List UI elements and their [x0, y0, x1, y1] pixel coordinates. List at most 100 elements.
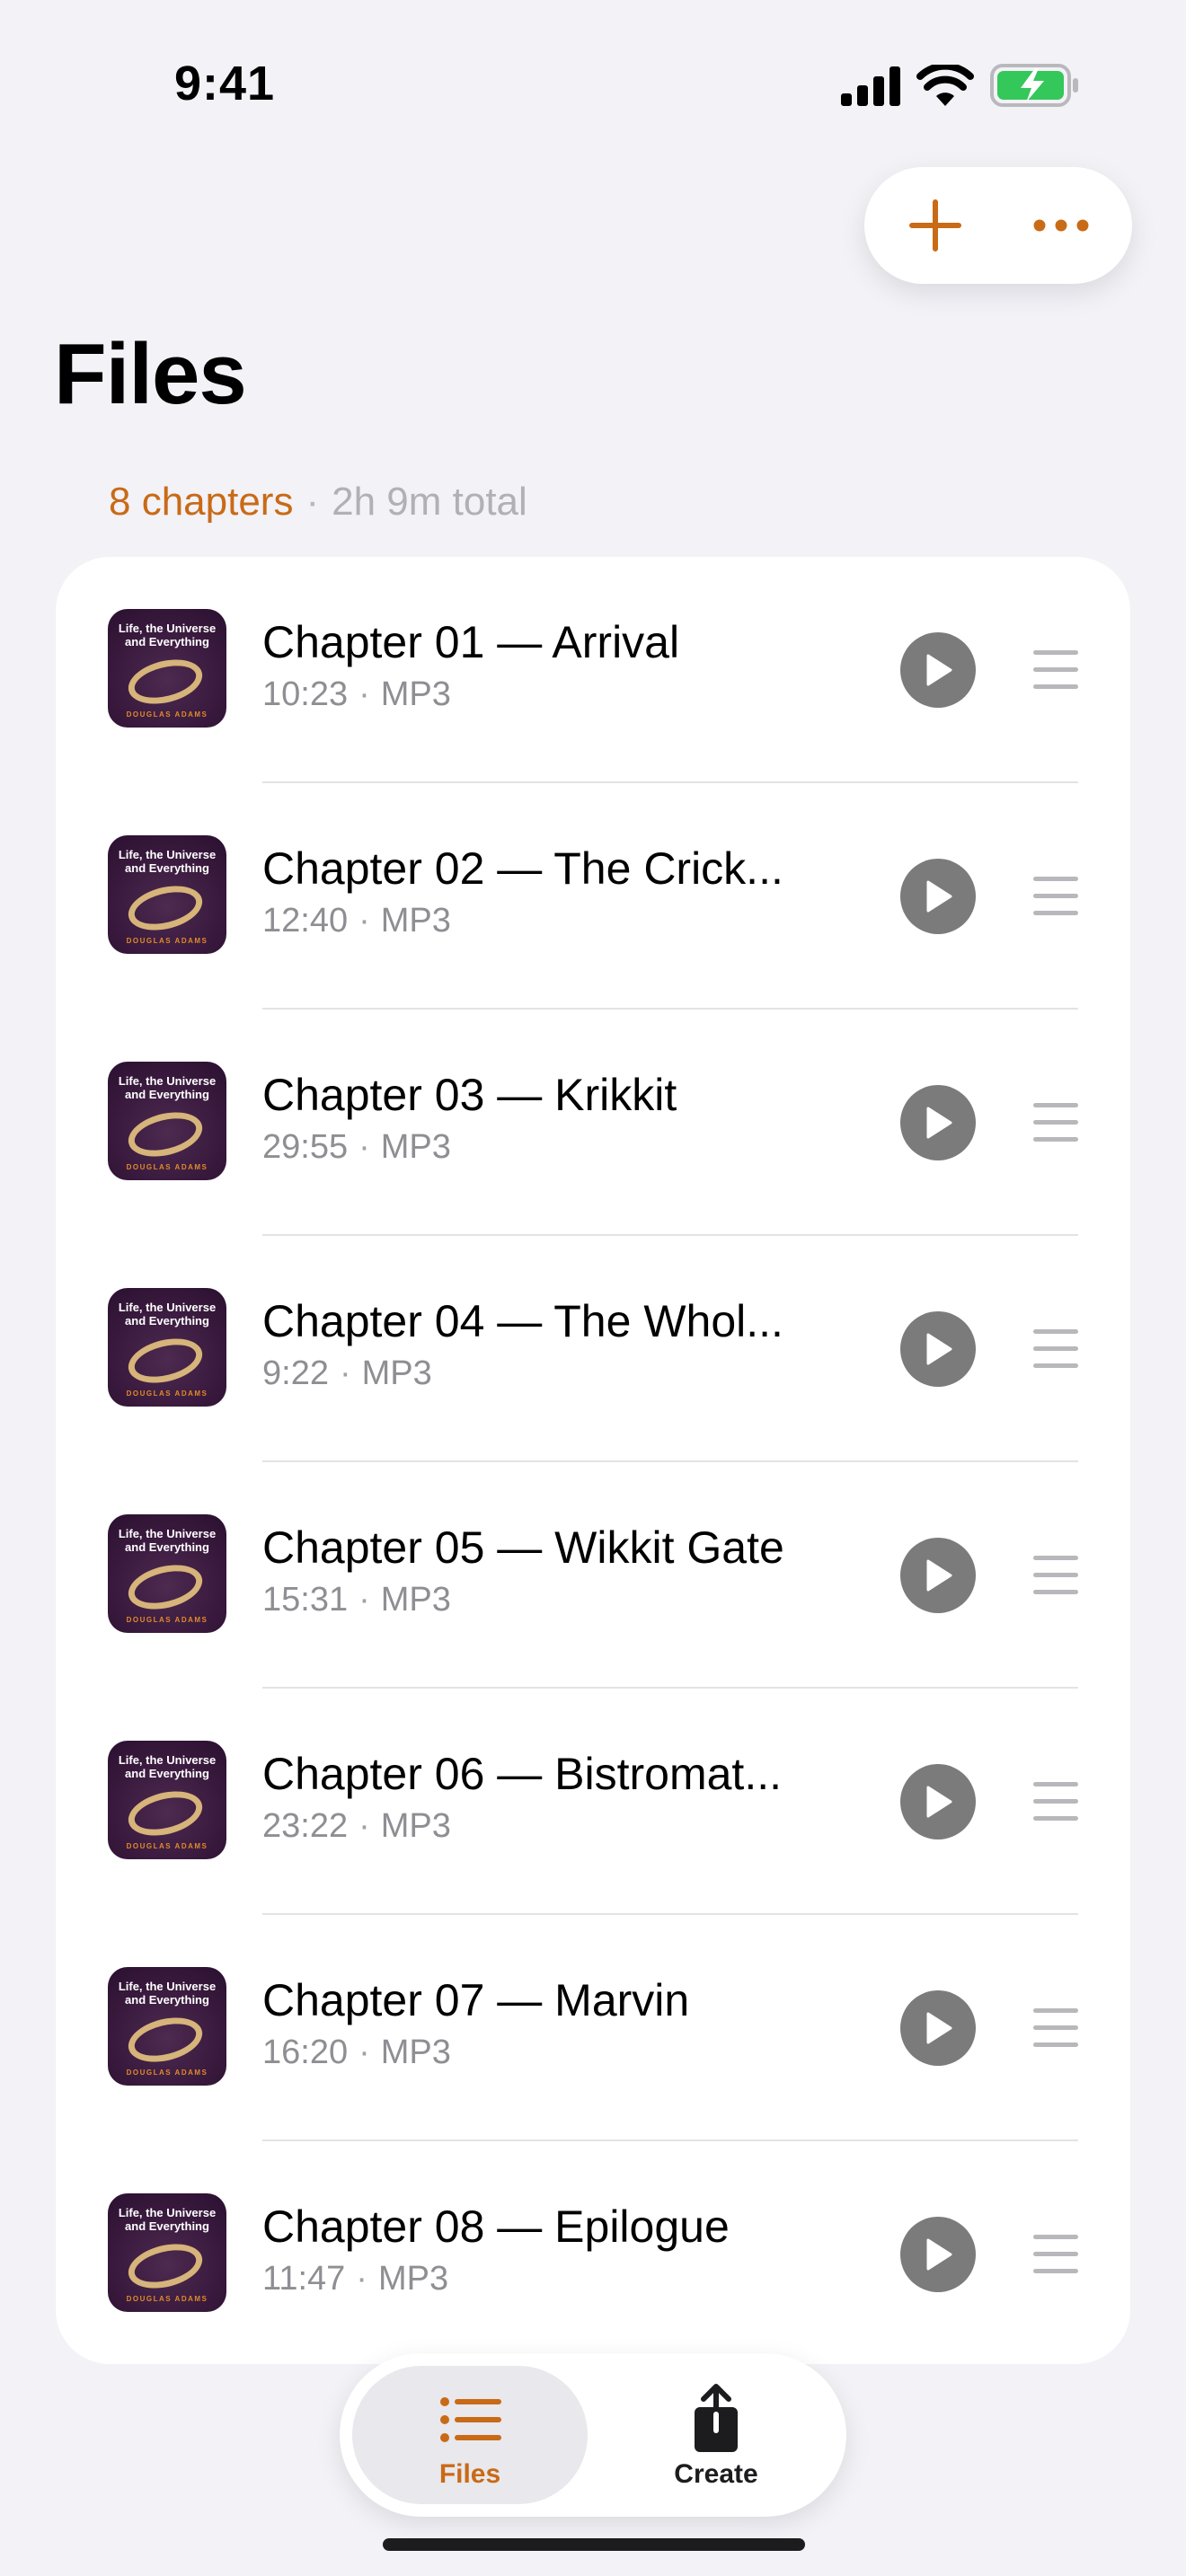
album-art: Life, the Universe and Everything DOUGLA…: [108, 1967, 226, 2086]
album-art: Life, the Universe and Everything DOUGLA…: [108, 1514, 226, 1633]
chapter-meta: 16:20 · MP3: [262, 2033, 451, 2072]
art-title: Life, the Universe and Everything: [118, 1527, 217, 1554]
chapter-format: MP3: [361, 1354, 432, 1392]
page-title: Files: [54, 326, 247, 422]
chapter-meta: 12:40 · MP3: [262, 902, 451, 940]
art-author: DOUGLAS ADAMS: [126, 2069, 208, 2077]
chapter-row[interactable]: Life, the Universe and Everything DOUGLA…: [56, 1462, 1130, 1689]
drag-handle-icon[interactable]: [1033, 2235, 1078, 2274]
play-button[interactable]: [900, 1538, 976, 1613]
album-art: Life, the Universe and Everything DOUGLA…: [108, 1062, 226, 1180]
chapter-row[interactable]: Life, the Universe and Everything DOUGLA…: [56, 557, 1130, 783]
chapter-meta: 10:23 · MP3: [262, 675, 451, 714]
chapter-title: Chapter 02 — The Crick...: [262, 843, 783, 894]
play-icon: [926, 2012, 952, 2044]
art-title: Life, the Universe and Everything: [118, 1074, 217, 1101]
play-button[interactable]: [900, 859, 976, 934]
ellipsis-icon: [1033, 219, 1089, 232]
chapter-row[interactable]: Life, the Universe and Everything DOUGLA…: [56, 1689, 1130, 1915]
list-icon: [440, 2397, 501, 2442]
meta-separator: ·: [358, 2033, 370, 2071]
play-button[interactable]: [900, 2217, 976, 2292]
chapter-duration: 10:23: [262, 675, 349, 713]
drag-handle-icon[interactable]: [1033, 2008, 1078, 2048]
play-button[interactable]: [900, 1764, 976, 1839]
play-icon: [926, 1333, 952, 1365]
meta-separator: ·: [358, 902, 370, 940]
art-author: DOUGLAS ADAMS: [126, 1842, 208, 1850]
chapter-format: MP3: [380, 1581, 451, 1619]
chapter-duration: 29:55: [262, 1128, 349, 1166]
chapter-duration: 12:40: [262, 902, 349, 940]
drag-handle-icon[interactable]: [1033, 1103, 1078, 1142]
chapter-title: Chapter 03 — Krikkit: [262, 1070, 677, 1120]
meta-separator: ·: [358, 1128, 370, 1166]
total-duration: 2h 9m total: [332, 480, 527, 524]
chapter-format: MP3: [377, 2260, 449, 2298]
art-title: Life, the Universe and Everything: [118, 848, 217, 875]
album-art: Life, the Universe and Everything DOUGLA…: [108, 609, 226, 728]
play-button[interactable]: [900, 632, 976, 708]
battery-charging-icon: [990, 64, 1078, 107]
tab-bar: Files Create: [340, 2353, 846, 2517]
art-author: DOUGLAS ADAMS: [126, 2295, 208, 2303]
tab-create-label: Create: [674, 2459, 758, 2489]
art-author: DOUGLAS ADAMS: [126, 710, 208, 719]
album-art: Life, the Universe and Everything DOUGLA…: [108, 835, 226, 954]
drag-handle-icon[interactable]: [1033, 1556, 1078, 1595]
drag-handle-icon[interactable]: [1033, 1782, 1078, 1822]
chapter-meta: 23:22 · MP3: [262, 1807, 451, 1846]
album-art: Life, the Universe and Everything DOUGLA…: [108, 2193, 226, 2312]
chapter-meta: 29:55 · MP3: [262, 1128, 451, 1167]
chapter-meta: 11:47 · MP3: [262, 2260, 448, 2298]
art-title: Life, the Universe and Everything: [118, 1301, 217, 1328]
chapter-row[interactable]: Life, the Universe and Everything DOUGLA…: [56, 783, 1130, 1010]
chapter-duration: 11:47: [262, 2260, 346, 2298]
wifi-icon: [916, 65, 974, 106]
art-author: DOUGLAS ADAMS: [126, 1163, 208, 1171]
ring-graphic: [123, 1557, 208, 1617]
play-button[interactable]: [900, 1085, 976, 1160]
art-author: DOUGLAS ADAMS: [126, 1616, 208, 1624]
chapter-meta: 15:31 · MP3: [262, 1581, 451, 1619]
drag-handle-icon[interactable]: [1033, 877, 1078, 916]
plus-icon: [909, 199, 961, 251]
ring-graphic: [123, 652, 208, 711]
add-button[interactable]: [877, 167, 994, 284]
art-title: Life, the Universe and Everything: [118, 1753, 217, 1780]
more-button[interactable]: [1003, 167, 1120, 284]
chapter-row[interactable]: Life, the Universe and Everything DOUGLA…: [56, 1010, 1130, 1236]
album-art: Life, the Universe and Everything DOUGLA…: [108, 1288, 226, 1407]
chapter-row[interactable]: Life, the Universe and Everything DOUGLA…: [56, 1236, 1130, 1462]
chapter-duration: 16:20: [262, 2033, 349, 2071]
art-title: Life, the Universe and Everything: [118, 622, 217, 648]
play-button[interactable]: [900, 1990, 976, 2066]
chapter-format: MP3: [380, 675, 451, 713]
chapter-title: Chapter 08 — Epilogue: [262, 2201, 730, 2252]
chapter-row[interactable]: Life, the Universe and Everything DOUGLA…: [56, 2141, 1130, 2364]
chapter-row[interactable]: Life, the Universe and Everything DOUGLA…: [56, 1915, 1130, 2141]
drag-handle-icon[interactable]: [1033, 1329, 1078, 1369]
ring-graphic: [123, 2010, 208, 2069]
drag-handle-icon[interactable]: [1033, 650, 1078, 690]
play-icon: [926, 880, 952, 913]
play-icon: [926, 1107, 952, 1139]
play-icon: [926, 654, 952, 686]
chapter-title: Chapter 06 — Bistromat...: [262, 1749, 783, 1799]
ring-graphic: [123, 2236, 208, 2296]
ring-graphic: [123, 1784, 208, 1843]
ring-graphic: [123, 1105, 208, 1164]
play-button[interactable]: [900, 1311, 976, 1387]
art-title: Life, the Universe and Everything: [118, 1980, 217, 2007]
top-actions-pill: [864, 167, 1132, 284]
ring-graphic: [123, 1331, 208, 1390]
chapter-title: Chapter 05 — Wikkit Gate: [262, 1522, 784, 1573]
tab-files[interactable]: Files: [352, 2366, 588, 2504]
chapter-list: Life, the Universe and Everything DOUGLA…: [56, 557, 1130, 2364]
meta-separator: ·: [356, 2260, 367, 2298]
status-time: 9:41: [174, 57, 276, 110]
tab-create[interactable]: Create: [598, 2366, 834, 2504]
art-author: DOUGLAS ADAMS: [126, 1389, 208, 1398]
chapter-format: MP3: [380, 1807, 451, 1845]
chapter-meta: 9:22 · MP3: [262, 1354, 432, 1393]
